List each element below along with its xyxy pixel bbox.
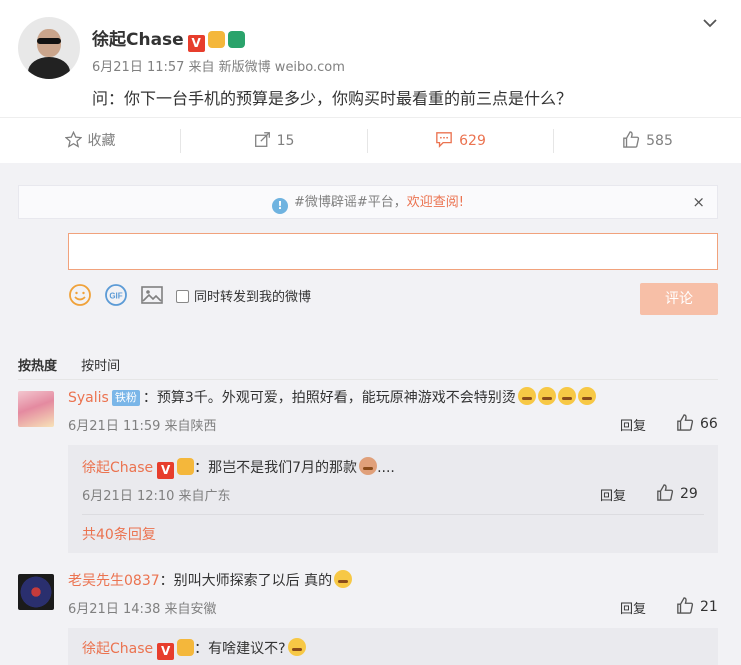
commenter-name[interactable]: Syalis: [68, 390, 109, 406]
crying-emoji-icon: [557, 387, 576, 405]
info-icon: !: [271, 198, 288, 214]
divider: [18, 379, 718, 380]
reply-button[interactable]: 回复: [620, 415, 646, 434]
comment-meta: 6月21日 14:38 来自安徽: [68, 602, 217, 617]
comments-panel: ! #微博辟谣#平台，欢迎查阅! × GIF 同时转发到我的微博 评论 按热度 按…: [0, 163, 741, 665]
notice-text[interactable]: #微博辟谣#平台，: [294, 195, 407, 210]
chevron-down-icon[interactable]: [703, 16, 717, 30]
thumbs-up-icon: [623, 131, 640, 148]
thinking-emoji-icon: [287, 638, 306, 656]
verified-badge-icon: V: [157, 462, 175, 479]
post-text: 问：你下一台手机的预算是多少，你购买时最看重的前三点是什么？: [92, 89, 573, 108]
action-bar: 收藏 15 629 585: [0, 117, 741, 163]
crying-emoji-icon: [537, 387, 556, 405]
commenter-name[interactable]: 老吴先生0837: [68, 573, 160, 589]
reply-like-count: 29: [680, 486, 698, 502]
commenter-avatar[interactable]: [18, 574, 54, 610]
author-avatar[interactable]: [18, 17, 80, 79]
gif-icon[interactable]: GIF: [104, 283, 128, 307]
rumor-notice-banner: ! #微博辟谣#平台，欢迎查阅! ×: [18, 185, 718, 219]
verified-badge-icon: V: [187, 35, 205, 52]
repost-button[interactable]: 15: [181, 118, 367, 164]
comment-text: ：预算3千。外观可爱，拍照好看，能玩原神游戏不会特别烫: [142, 390, 516, 406]
comment-like-count: 21: [700, 599, 718, 615]
divider: [82, 514, 704, 515]
reply-thread: 徐起Chase V ：那岂不是我们7月的那款.... 6月21日 12:10 来自广…: [68, 445, 718, 553]
sort-tabs: 按热度 按时间: [18, 355, 140, 374]
favorite-label: 收藏: [87, 133, 116, 149]
image-icon[interactable]: [140, 283, 164, 307]
replier-name[interactable]: 徐起Chase: [82, 460, 153, 476]
comment-like-button[interactable]: 21: [676, 597, 718, 615]
notice-link[interactable]: 欢迎查阅!: [407, 195, 464, 210]
star-icon: [64, 131, 82, 148]
comment-icon: [436, 132, 452, 148]
comment-input[interactable]: [68, 233, 718, 270]
repost-checkbox-label: 同时转发到我的微博: [194, 290, 312, 305]
thumbs-up-icon: [657, 484, 674, 501]
fan-badge: 铁粉: [111, 390, 140, 406]
reply-body: 徐起Chase V ：有啥建议不?: [82, 638, 306, 660]
post-header: 徐起Chase V 6月21日 11:57 来自 新版微博 weibo.com 问…: [0, 0, 741, 116]
comment-body: 老吴先生0837：别叫大师探索了以后 真的: [68, 570, 353, 590]
favorite-button[interactable]: 收藏: [0, 118, 180, 164]
like-button[interactable]: 585: [554, 118, 741, 164]
reply-button[interactable]: 回复: [620, 598, 646, 617]
post-meta: 6月21日 11:57 来自 新版微博 weibo.com: [92, 60, 345, 75]
reply-like-button[interactable]: 29: [656, 484, 698, 502]
author-name-text[interactable]: 徐起Chase: [92, 30, 184, 50]
comment-text: ：别叫大师探索了以后 真的: [159, 573, 333, 589]
fan-badge-icon: [177, 458, 195, 475]
more-replies-link[interactable]: 共40条回复: [82, 524, 156, 544]
emoji-icon: [359, 457, 378, 475]
reply-text: ：那岂不是我们7月的那款: [194, 460, 358, 476]
tab-hot[interactable]: 按热度: [18, 359, 57, 374]
reply-thread: 徐起Chase V ：有啥建议不?: [68, 628, 718, 665]
tab-time[interactable]: 按时间: [81, 359, 120, 374]
thumbs-up-icon: [677, 597, 694, 614]
reply-button[interactable]: 回复: [600, 485, 626, 504]
thumbs-up-icon: [677, 414, 694, 431]
repost-checkbox[interactable]: 同时转发到我的微博: [176, 286, 311, 305]
repost-count: 15: [276, 133, 295, 149]
emoji-icon[interactable]: [68, 283, 92, 307]
replier-name[interactable]: 徐起Chase: [82, 641, 153, 657]
close-icon[interactable]: ×: [692, 186, 705, 219]
checkbox-icon[interactable]: [176, 290, 189, 303]
fan-badge-icon: [207, 31, 225, 48]
reply-text: ：有啥建议不?: [194, 641, 286, 657]
comment-count: 629: [459, 133, 486, 149]
author-name[interactable]: 徐起Chase V: [92, 25, 245, 52]
comment-body: Syalis 铁粉 ：预算3千。外观可爱，拍照好看，能玩原神游戏不会特别烫: [68, 387, 596, 407]
crying-emoji-icon: [577, 387, 596, 405]
svg-text:GIF: GIF: [109, 292, 122, 301]
verified-badge-icon: V: [157, 643, 175, 660]
comment-meta: 6月21日 11:59 来自陕西: [68, 419, 217, 434]
comment-like-count: 66: [700, 416, 718, 432]
like-count: 585: [646, 133, 673, 149]
fan-badge-icon: [177, 639, 195, 656]
reply-tail: ....: [377, 460, 395, 476]
member-badge-icon: [227, 31, 245, 48]
reply-body: 徐起Chase V ：那岂不是我们7月的那款....: [82, 457, 395, 479]
laughing-emoji-icon: [334, 570, 353, 588]
crying-emoji-icon: [517, 387, 536, 405]
commenter-avatar[interactable]: [18, 391, 54, 427]
share-icon: [254, 132, 270, 147]
submit-comment-button[interactable]: 评论: [640, 283, 718, 315]
reply-meta: 6月21日 12:10 来自广东: [82, 489, 231, 504]
comment-like-button[interactable]: 66: [676, 414, 718, 432]
comment-button[interactable]: 629: [368, 118, 553, 164]
